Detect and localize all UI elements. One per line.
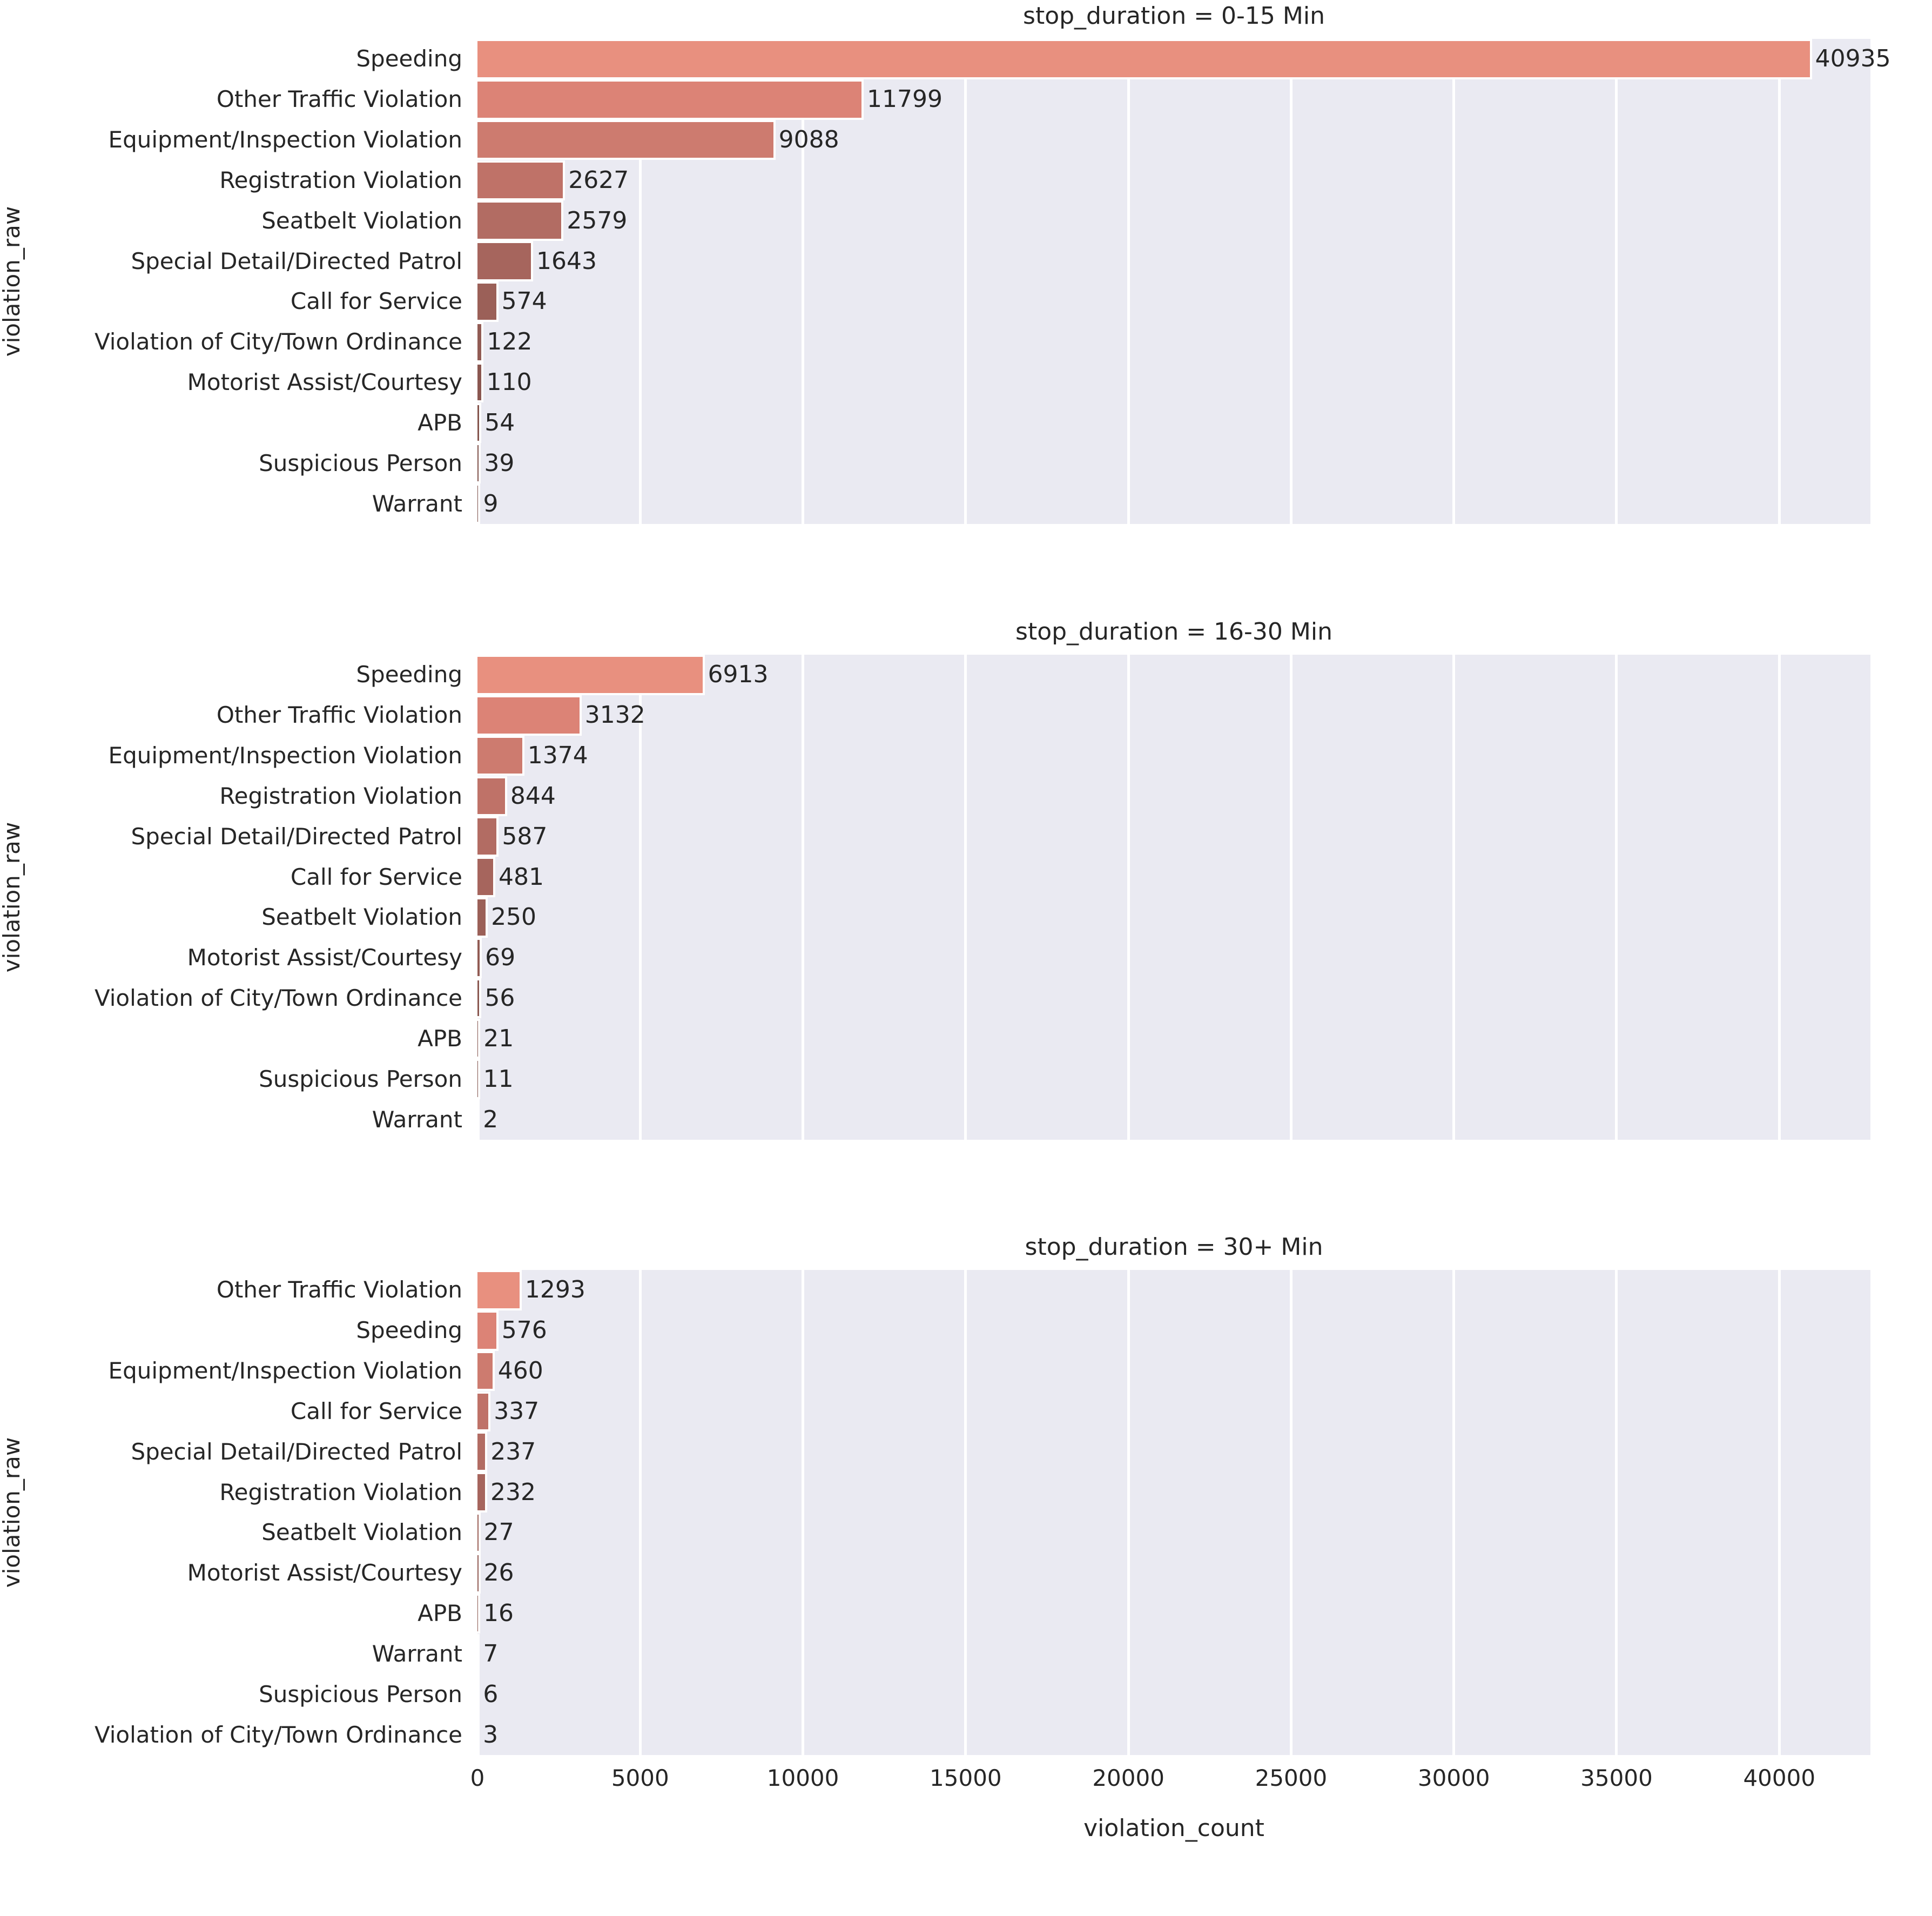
bar-value-label: 6	[483, 1680, 499, 1708]
bar-row: 460 Equipment/Inspection Violation	[109, 1350, 1870, 1391]
bar-row: 3 Violation of City/Town Ordinance	[95, 1715, 1870, 1755]
bar-value-label: 27	[483, 1518, 514, 1547]
y-tick-label: Violation of City/Town Ordinance	[94, 1721, 462, 1748]
figure-canvas: stop_duration = 0-15 Min violation_raw 409…	[0, 0, 1932, 1916]
bar-value-label: 1293	[524, 1276, 585, 1304]
facet-3: stop_duration = 30+ Min violation_raw 1293…	[0, 0, 1932, 1916]
bar[interactable]	[477, 1715, 480, 1755]
x-tick-label-10000: 10000	[766, 1765, 839, 1791]
bar-row: 576 Speeding	[356, 1310, 1870, 1351]
bar-row: 337 Call for Service	[291, 1391, 1870, 1432]
x-tick-label-5000: 5000	[611, 1765, 669, 1791]
x-tick-label-0: 0	[470, 1765, 485, 1791]
y-tick-label: Equipment/Inspection Violation	[108, 1357, 462, 1384]
bar-row: 232 Registration Violation	[219, 1472, 1870, 1512]
bar-value-label: 460	[497, 1357, 543, 1385]
y-tick-label: Speeding	[356, 1317, 462, 1344]
y-tick-label: Seatbelt Violation	[261, 1519, 462, 1546]
bar-value-label: 232	[490, 1478, 536, 1506]
y-tick-label: Warrant	[372, 1640, 462, 1667]
bar-value-label: 576	[501, 1316, 547, 1344]
bar-row: 7 Warrant	[372, 1633, 1870, 1675]
bar[interactable]	[477, 1310, 499, 1351]
bar[interactable]	[477, 1350, 495, 1391]
bar[interactable]	[477, 1512, 481, 1553]
bar-value-label: 3	[483, 1720, 499, 1749]
bar[interactable]	[477, 1391, 491, 1432]
y-tick-label: Special Detail/Directed Patrol	[131, 1438, 462, 1465]
bar-value-label: 337	[494, 1397, 540, 1425]
facet-title: stop_duration = 30+ Min	[1025, 1233, 1323, 1261]
y-tick-label: Registration Violation	[219, 1478, 462, 1505]
bar-row: 26 Motorist Assist/Courtesy	[187, 1552, 1870, 1594]
bar-value-label: 237	[490, 1437, 536, 1465]
x-axis-label: violation_count	[1083, 1814, 1264, 1842]
bar[interactable]	[477, 1472, 487, 1512]
x-tick-label-15000: 15000	[930, 1765, 1002, 1791]
bar-value-label: 16	[483, 1599, 514, 1628]
bar[interactable]	[477, 1431, 488, 1473]
x-tick-label-25000: 25000	[1255, 1765, 1328, 1791]
bar-row: 6 Suspicious Person	[259, 1674, 1870, 1715]
bar-row: 27 Seatbelt Violation	[261, 1512, 1870, 1553]
bar-row: 16 APB	[418, 1593, 1870, 1634]
bar-row: 1293 Other Traffic Violation	[217, 1270, 1870, 1310]
x-tick-label-40000: 40000	[1743, 1765, 1816, 1791]
x-tick-label-30000: 30000	[1417, 1765, 1490, 1791]
bar[interactable]	[477, 1633, 480, 1675]
x-tick-label-35000: 35000	[1580, 1765, 1653, 1791]
y-tick-label: APB	[418, 1600, 462, 1627]
bar[interactable]	[477, 1552, 481, 1594]
bar-row: 237 Special Detail/Directed Patrol	[131, 1431, 1870, 1473]
x-tick-label-20000: 20000	[1092, 1765, 1164, 1791]
plot-area: 1293 Other Traffic Violation 576 Speeding 46…	[95, 1270, 1870, 1755]
bar[interactable]	[477, 1674, 480, 1715]
bar-value-label: 7	[483, 1639, 499, 1668]
bar-value-label: 26	[483, 1559, 514, 1587]
bar[interactable]	[477, 1270, 522, 1310]
y-tick-label: Call for Service	[290, 1397, 462, 1424]
y-tick-label: Motorist Assist/Courtesy	[187, 1559, 462, 1586]
bar[interactable]	[477, 1593, 480, 1634]
y-tick-label: Other Traffic Violation	[216, 1276, 462, 1303]
y-tick-label: Suspicious Person	[259, 1680, 462, 1707]
